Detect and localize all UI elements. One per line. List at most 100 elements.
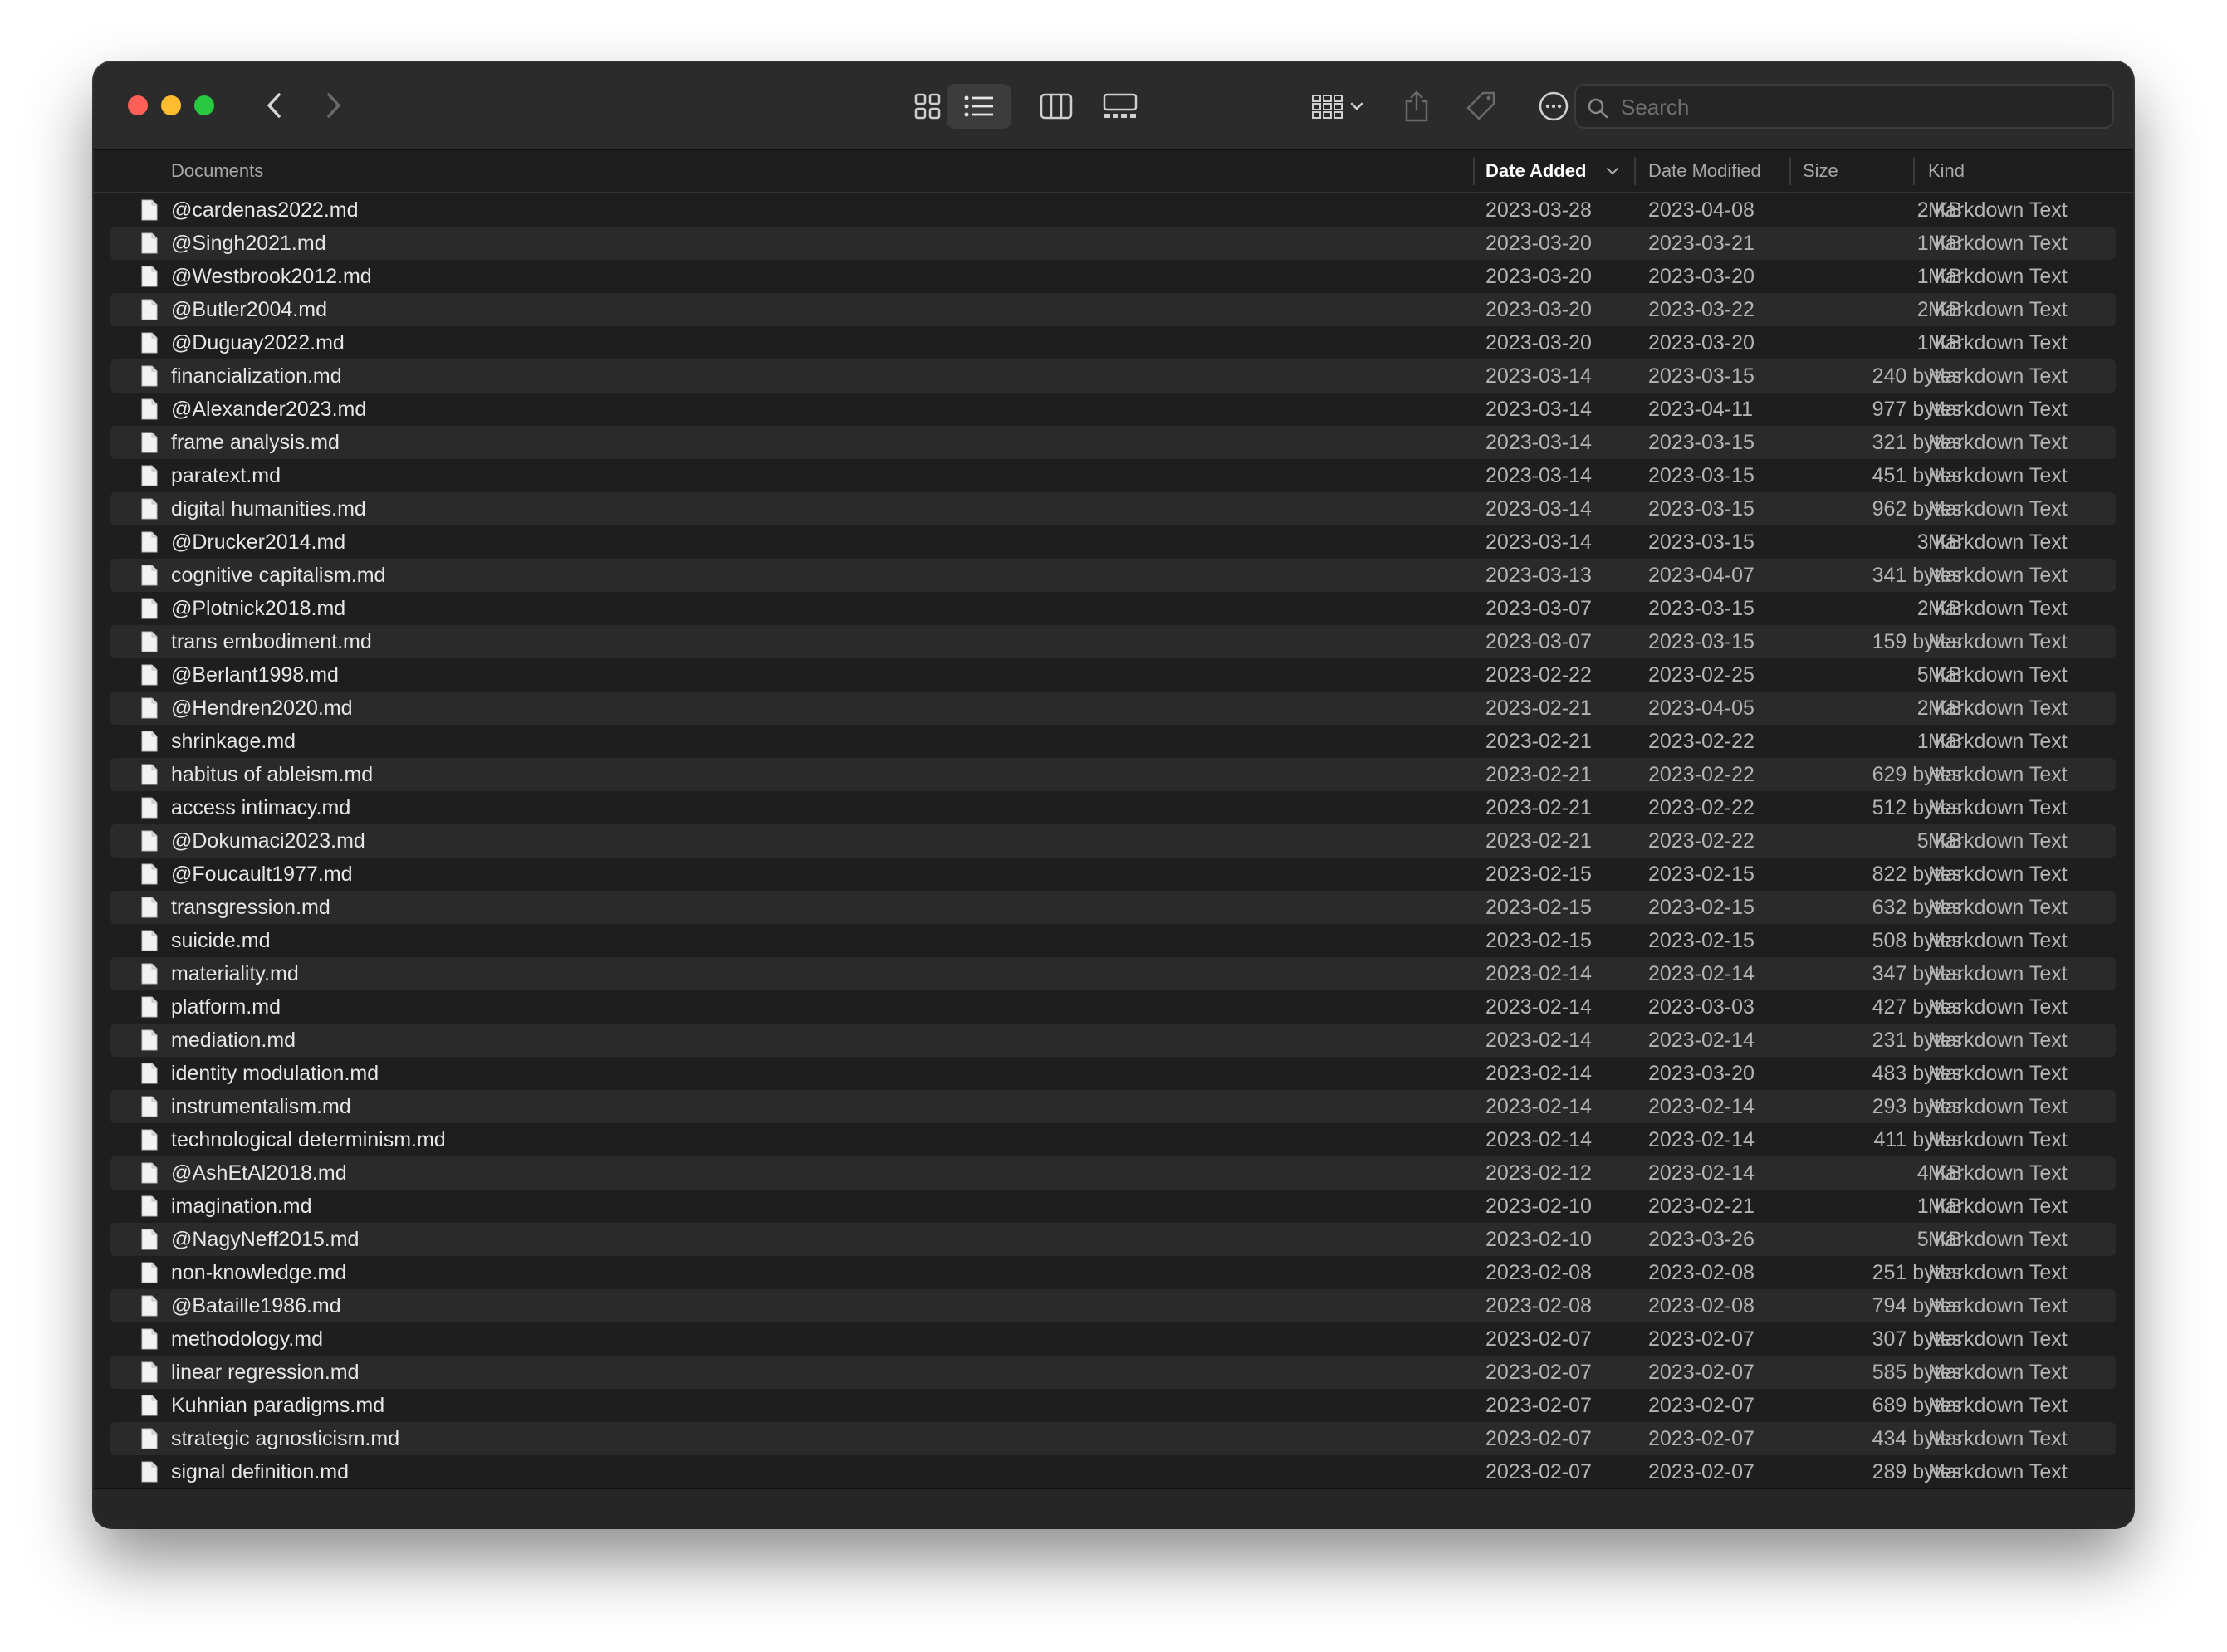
more-actions-icon — [1539, 91, 1569, 121]
file-row[interactable]: financialization.md 2023-03-14 2023-03-15 2… — [110, 359, 2116, 393]
file-date-modified: 2023-02-14 — [1648, 1161, 1755, 1185]
column-header-name[interactable]: Documents — [171, 150, 263, 192]
file-kind: Markdown Text — [1928, 298, 2068, 321]
file-row[interactable]: mediation.md 2023-02-14 2023-02-14 231 byte… — [110, 1024, 2116, 1057]
file-row[interactable]: @Duguay2022.md 2023-03-20 2023-03-20 1 KB Ma… — [110, 326, 2116, 359]
file-kind: Markdown Text — [1928, 1062, 2068, 1085]
file-row[interactable]: @AshEtAl2018.md 2023-02-12 2023-02-14 4 KB M… — [110, 1156, 2116, 1190]
file-date-added: 2023-02-14 — [1485, 962, 1592, 985]
file-row[interactable]: @Berlant1998.md 2023-02-22 2023-02-25 5 KB M… — [110, 658, 2116, 692]
file-row[interactable]: transgression.md 2023-02-15 2023-02-15 632 … — [110, 891, 2116, 924]
file-kind: Markdown Text — [1928, 1261, 2068, 1284]
file-row[interactable]: @cardenas2022.md 2023-03-28 2023-04-08 2 KB… — [110, 193, 2116, 227]
icon-view-icon — [914, 93, 941, 120]
file-kind: Markdown Text — [1928, 1294, 2068, 1317]
file-name: materiality.md — [171, 962, 299, 985]
file-date-added: 2023-03-14 — [1485, 431, 1592, 454]
file-row[interactable]: suicide.md 2023-02-15 2023-02-15 508 bytes M… — [110, 924, 2116, 957]
file-row[interactable]: imagination.md 2023-02-10 2023-02-21 1 KB Ma… — [110, 1190, 2116, 1223]
tag-button[interactable] — [1461, 84, 1502, 129]
file-kind: Markdown Text — [1928, 464, 2068, 487]
file-row[interactable]: frame analysis.md 2023-03-14 2023-03-15 321… — [110, 426, 2116, 459]
share-button[interactable] — [1396, 84, 1437, 129]
file-row[interactable]: cognitive capitalism.md 2023-03-13 2023-04… — [110, 559, 2116, 592]
file-date-modified: 2023-03-21 — [1648, 232, 1755, 255]
file-date-added: 2023-03-07 — [1485, 630, 1592, 653]
file-row[interactable]: identity modulation.md 2023-02-14 2023-03-… — [110, 1057, 2116, 1090]
file-name: access intimacy.md — [171, 796, 351, 819]
markdown-file-icon — [141, 1395, 158, 1416]
minimize-window-button[interactable] — [161, 95, 181, 115]
file-row[interactable]: paratext.md 2023-03-14 2023-03-15 451 bytes… — [110, 459, 2116, 492]
file-row[interactable]: access intimacy.md 2023-02-21 2023-02-22 51… — [110, 791, 2116, 824]
file-row[interactable]: @Drucker2014.md 2023-03-14 2023-03-15 3 KB M… — [110, 525, 2116, 559]
column-divider[interactable] — [1634, 157, 1636, 185]
file-row[interactable]: @Bataille1986.md 2023-02-08 2023-02-08 794 … — [110, 1289, 2116, 1322]
file-name: imagination.md — [171, 1195, 312, 1218]
file-row[interactable]: platform.md 2023-02-14 2023-03-03 427 bytes… — [110, 990, 2116, 1024]
file-date-added: 2023-02-21 — [1485, 730, 1592, 753]
file-row[interactable]: linear regression.md 2023-02-07 2023-02-07… — [110, 1356, 2116, 1389]
file-name: @Duguay2022.md — [171, 331, 345, 354]
file-date-modified: 2023-02-14 — [1648, 1128, 1755, 1151]
list-view-button[interactable] — [947, 84, 1011, 129]
file-row[interactable]: @Westbrook2012.md 2023-03-20 2023-03-20 1 K… — [110, 260, 2116, 293]
file-row[interactable]: @Singh2021.md 2023-03-20 2023-03-21 1 KB Mar… — [110, 227, 2116, 260]
file-row[interactable]: habitus of ableism.md 2023-02-21 2023-02-2… — [110, 758, 2116, 791]
search-input[interactable] — [1619, 86, 2104, 129]
file-name: digital humanities.md — [171, 497, 366, 521]
file-kind: Markdown Text — [1928, 331, 2068, 354]
column-view-button[interactable] — [1027, 84, 1085, 129]
markdown-file-icon — [141, 664, 158, 686]
markdown-file-icon — [141, 232, 158, 254]
markdown-file-icon — [141, 1461, 158, 1483]
file-kind: Markdown Text — [1928, 1029, 2068, 1052]
back-button[interactable] — [257, 87, 293, 124]
status-bar — [94, 1488, 2133, 1527]
file-date-modified: 2023-03-15 — [1648, 497, 1755, 521]
file-date-added: 2023-03-20 — [1485, 331, 1592, 354]
column-header-kind[interactable]: Kind — [1928, 150, 1965, 192]
file-row[interactable]: digital humanities.md 2023-03-14 2023-03-1… — [110, 492, 2116, 525]
file-date-modified: 2023-02-21 — [1648, 1195, 1755, 1218]
file-name: @NagyNeff2015.md — [171, 1228, 360, 1251]
markdown-file-icon — [141, 731, 158, 752]
gallery-view-button[interactable] — [1089, 84, 1152, 129]
file-row[interactable]: instrumentalism.md 2023-02-14 2023-02-14 29… — [110, 1090, 2116, 1123]
zoom-window-button[interactable] — [194, 95, 214, 115]
file-row[interactable]: @Hendren2020.md 2023-02-21 2023-04-05 2 KB M… — [110, 692, 2116, 725]
file-kind: Markdown Text — [1928, 364, 2068, 388]
file-row[interactable]: @Plotnick2018.md 2023-03-07 2023-03-15 2 KB… — [110, 592, 2116, 625]
column-divider[interactable] — [1473, 157, 1475, 185]
file-row[interactable]: non-knowledge.md 2023-02-08 2023-02-08 251 … — [110, 1256, 2116, 1289]
column-divider[interactable] — [1913, 157, 1915, 185]
column-header-size[interactable]: Size — [1803, 150, 1838, 192]
forward-button[interactable] — [315, 87, 351, 124]
group-by-button[interactable] — [1304, 84, 1371, 129]
file-row[interactable]: signal definition.md 2023-02-07 2023-02-07… — [110, 1455, 2116, 1488]
file-row[interactable]: @Alexander2023.md 2023-03-14 2023-04-11 977… — [110, 393, 2116, 426]
close-window-button[interactable] — [128, 95, 148, 115]
file-row[interactable]: @NagyNeff2015.md 2023-02-10 2023-03-26 5 KB… — [110, 1223, 2116, 1256]
file-row[interactable]: trans embodiment.md 2023-03-07 2023-03-15 1… — [110, 625, 2116, 658]
file-row[interactable]: materiality.md 2023-02-14 2023-02-14 347 by… — [110, 957, 2116, 990]
column-header-date-modified[interactable]: Date Modified — [1648, 150, 1761, 192]
file-name: platform.md — [171, 995, 281, 1019]
file-row[interactable]: technological determinism.md 2023-02-14 20… — [110, 1123, 2116, 1156]
markdown-file-icon — [141, 432, 158, 453]
column-header-date-added[interactable]: Date Added — [1485, 150, 1586, 192]
file-date-modified: 2023-04-08 — [1648, 198, 1755, 222]
file-row[interactable]: strategic agnosticism.md 2023-02-07 2023-0… — [110, 1422, 2116, 1455]
file-date-modified: 2023-04-07 — [1648, 564, 1755, 587]
file-row[interactable]: @Butler2004.md 2023-03-20 2023-03-22 2 KB Ma… — [110, 293, 2116, 326]
file-row[interactable]: @Foucault1977.md 2023-02-15 2023-02-15 822 … — [110, 858, 2116, 891]
column-divider[interactable] — [1789, 157, 1791, 185]
search-field[interactable] — [1574, 84, 2114, 129]
file-date-added: 2023-02-14 — [1485, 1062, 1592, 1085]
file-row[interactable]: @Dokumaci2023.md 2023-02-21 2023-02-22 5 KB… — [110, 824, 2116, 858]
file-row[interactable]: shrinkage.md 2023-02-21 2023-02-22 1 KB Mark… — [110, 725, 2116, 758]
file-name: methodology.md — [171, 1327, 323, 1351]
file-row[interactable]: methodology.md 2023-02-07 2023-02-07 307 by… — [110, 1322, 2116, 1356]
file-row[interactable]: Kuhnian paradigms.md 2023-02-07 2023-02-07… — [110, 1389, 2116, 1422]
file-date-added: 2023-02-15 — [1485, 863, 1592, 886]
